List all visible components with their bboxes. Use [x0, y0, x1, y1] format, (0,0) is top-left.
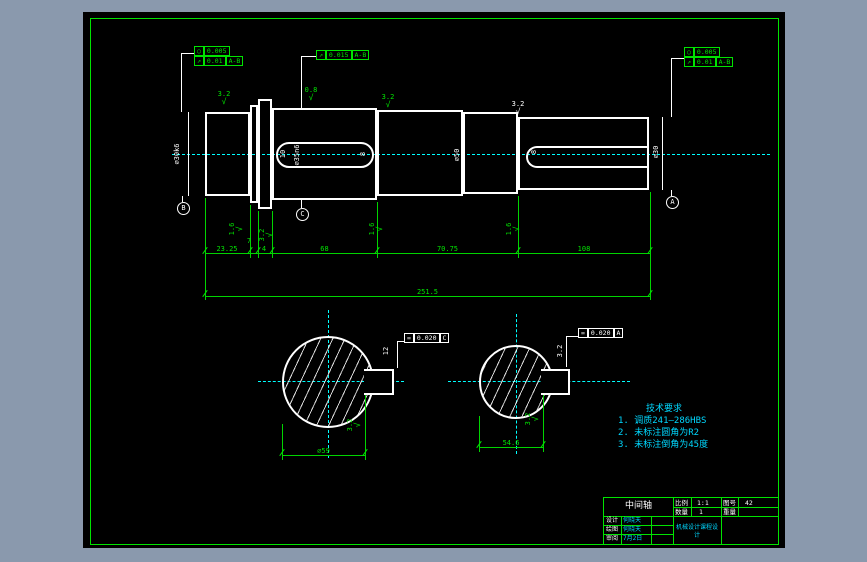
runout-icon: ↗ [684, 57, 694, 67]
dim-overall-value: 251.5 [416, 288, 439, 296]
leader-line [397, 341, 404, 342]
roughness-mark: 3.2 √ [511, 100, 525, 116]
roughness-check-icon: √ [308, 93, 314, 102]
note-line: 3. 未标注倒角为45度 [618, 440, 709, 450]
dim-chain-value: 4 [261, 245, 267, 253]
dim-section-left-flat: ⌀59 [317, 447, 330, 455]
weight-label: 重量 [723, 508, 736, 516]
keyway-notch-left [364, 369, 394, 395]
dim-line-left-dia [188, 112, 189, 196]
dim-keyway-width-left: 10 [279, 149, 287, 159]
roughness-mark: 3.2 √ [217, 90, 231, 106]
roughness-mark: 1.6 √ [228, 222, 244, 236]
roughness-check-icon: √ [515, 107, 521, 116]
qty-value: 1 [699, 508, 703, 516]
roughness-check-icon: √ [221, 97, 227, 106]
section-left-dim-line [282, 455, 365, 456]
runout-icon: ↗ [194, 56, 204, 66]
drafter-label: 绘图 [606, 526, 619, 533]
runout-icon: ↗ [316, 50, 326, 60]
leader-line [301, 56, 316, 57]
leader-line [181, 53, 194, 54]
leader-line [397, 341, 398, 368]
dim-section-left-key: 12 [382, 346, 390, 356]
roughness-check-icon: √ [385, 100, 391, 109]
leader-line [181, 53, 182, 112]
dim-chain-value: 70.75 [436, 245, 459, 253]
cad-app-background: ⌀30k6 10 ⌀35n6 8 ⌀50 8 ⌀30 B C A ○ 0.005 … [0, 0, 867, 562]
roughness-check-icon: √ [235, 226, 244, 232]
symmetry-icon: = [404, 333, 414, 343]
scale-label: 比例 [675, 499, 688, 507]
dim-line-right-dia [662, 117, 663, 190]
keyway-notch-right [541, 369, 570, 395]
roughness-mark: 3.2 √ [258, 228, 274, 242]
shaft-left-journal [205, 112, 250, 196]
dim-chain-value: 7 [246, 237, 252, 245]
section-view-left [282, 336, 374, 428]
roughness-mark: 0.8 √ [304, 86, 318, 102]
org-name: 机械设计课程设计 [675, 524, 718, 539]
overall-dim-line [205, 296, 650, 297]
datum-label-c: C [296, 208, 309, 221]
note-line: 2. 未标注圆角为R2 [618, 428, 700, 438]
section-right-dim-line [479, 447, 543, 448]
leader-line [671, 58, 684, 59]
tolerance-frame-top-right: ○ 0.005 ↗ 0.01 A-B [684, 47, 734, 67]
reviewer-value: 7月2日 [623, 535, 643, 542]
dim-keyway-width-mid: 8 [359, 151, 367, 157]
dimension-chain-line [205, 253, 650, 254]
tolerance-frame-section-right: = 0.020 A [578, 328, 624, 338]
datum-c-stem [301, 200, 302, 208]
qty-label: 数量 [675, 508, 688, 516]
technical-notes: 技术要求 1. 调质241—286HBS 2. 未标注圆角为R2 3. 未标注倒… [618, 403, 708, 451]
roughness-mark: 3.2 √ [524, 412, 540, 426]
drafter-name: 何晓天 [623, 526, 642, 533]
shaft-mid-section-2 [463, 112, 518, 194]
dim-section-right-flat: 54.6 [502, 439, 520, 447]
datum-label-a: A [666, 196, 679, 209]
dim-keyway-width-right: 8 [530, 149, 538, 155]
datum-label-b: B [177, 202, 190, 215]
keyway-slot-open [526, 146, 649, 168]
leader-line [566, 336, 578, 337]
roughness-mark: 3.2 √ [346, 418, 362, 432]
shaft-collar [258, 99, 272, 209]
drawing-border-frame [90, 18, 779, 545]
roughness-check-icon: √ [353, 422, 362, 428]
reviewer-label: 审阅 [606, 535, 619, 542]
dim-dia-left: ⌀30k6 [173, 143, 181, 165]
leader-line [301, 56, 302, 108]
tolerance-frame-top-mid: ↗ 0.015 A-B [316, 50, 370, 60]
dim-chain-value: 108 [577, 245, 591, 253]
roughness-mark: 1.6 √ [368, 222, 384, 236]
tolerance-frame-top-left: ○ 0.005 ↗ 0.01 A-B [194, 46, 244, 66]
symmetry-icon: = [578, 328, 588, 338]
drawing-no-value: 42 [745, 499, 753, 507]
designer-name: 何晓天 [623, 517, 642, 524]
dim-dia-right: ⌀30 [652, 145, 660, 159]
circularity-icon: ○ [194, 46, 204, 56]
drawing-no-label: 图号 [723, 499, 736, 507]
leader-line [566, 336, 567, 367]
roughness-mark: 3.2 √ [381, 93, 395, 109]
roughness-check-icon: √ [531, 416, 540, 422]
dim-chain-value: 23.25 [216, 245, 238, 253]
scale-value: 1:1 [697, 499, 709, 507]
shaft-mid-section [377, 110, 463, 196]
shaft-ring [250, 105, 258, 203]
dim-section-right-key: 3.2 [556, 344, 564, 358]
dim-chain-value: 68 [320, 245, 329, 253]
part-name: 中间轴 [624, 501, 652, 511]
dim-dia-keyway: ⌀35n6 [293, 144, 301, 166]
title-block: 中间轴 比例 1:1 图号 42 数量 1 重量 设计 何晓天 绘图 何晓天 审… [603, 497, 779, 545]
designer-label: 设计 [606, 517, 619, 524]
leader-line [671, 58, 672, 117]
notes-title: 技术要求 [646, 404, 683, 414]
note-line: 1. 调质241—286HBS [618, 416, 707, 426]
circularity-icon: ○ [684, 47, 694, 57]
tolerance-frame-section-left: = 0.020 C [404, 333, 450, 343]
dim-dia-mid: ⌀50 [453, 148, 461, 162]
